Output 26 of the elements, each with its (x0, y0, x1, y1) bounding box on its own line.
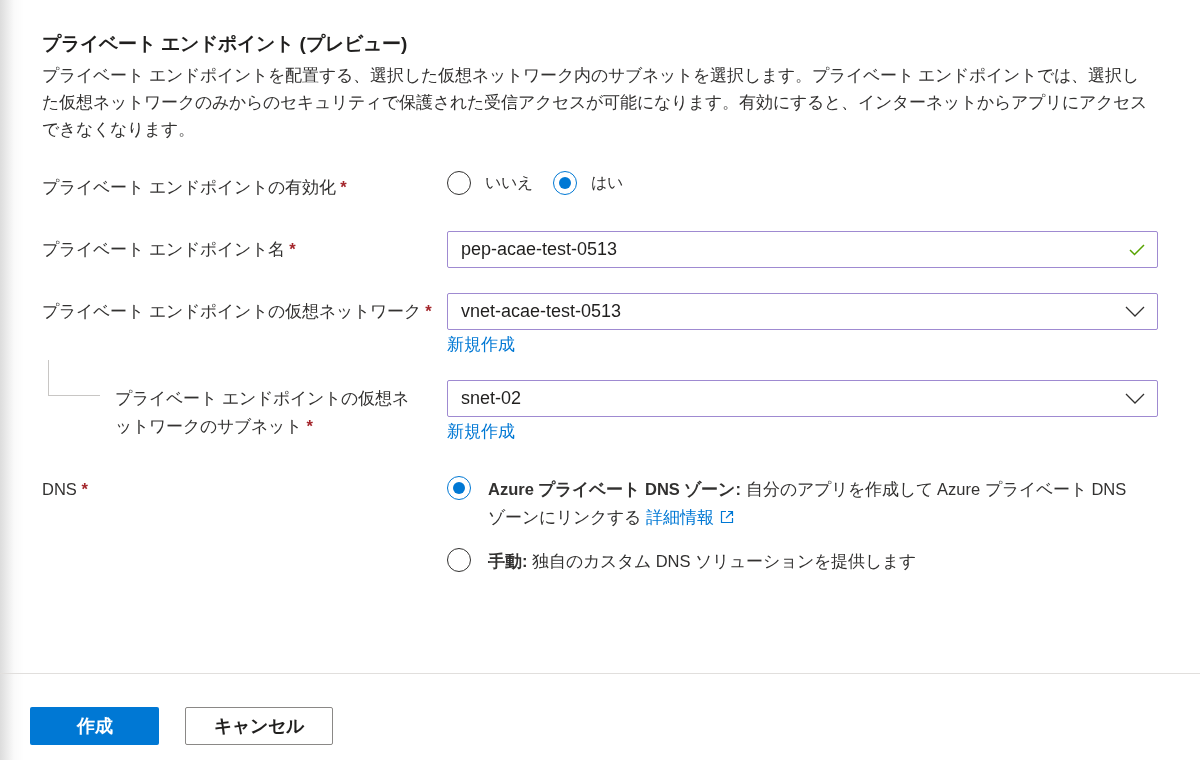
option-description: 手動: 独自のカスタム DNS ソリューションを提供します (488, 551, 918, 572)
learn-more-link[interactable]: 詳細情報 (645, 503, 734, 531)
create-button[interactable]: 作成 (30, 707, 159, 745)
field-label: DNS * (42, 479, 88, 500)
radio-button[interactable] (447, 476, 471, 500)
section-title: プライベート エンドポイント (プレビュー) (42, 32, 409, 56)
chevron-down-icon (1125, 393, 1145, 404)
radio-button[interactable] (553, 171, 577, 195)
field-label: プライベート エンドポイントの有効化 * (42, 177, 347, 198)
field-label: プライベート エンドポイント名 * (42, 239, 296, 260)
radio-button[interactable] (447, 548, 471, 572)
field-label: プライベート エンドポイントの仮想ネットワーク * (42, 301, 432, 322)
dropdown-field[interactable]: vnet-acae-test-0513 (447, 293, 1158, 330)
create-new-link[interactable]: 新規作成 (447, 417, 515, 447)
external-link-icon (719, 510, 734, 524)
option-description: Azure プライベート DNS ゾーン: 自分のアプリを作成して Azure プライベート DNS ゾーンにリンクする 詳細情報 (488, 475, 1138, 531)
field-label: プライベート エンドポイントの仮想ネットワークのサブネット * (115, 388, 410, 437)
cancel-button[interactable]: キャンセル (185, 707, 333, 745)
chevron-down-icon (1125, 306, 1145, 317)
section-description: プライベート エンドポイントを配置する、選択した仮想ネットワーク内のサブネットを選択します。プライベート エンドポイントでは、選択した仮想ネットワークのみからのセキュリティで保護された受信アクセスが可能になります。有効にすると、インターネットからアプリにアクセスできなくなります。 (42, 65, 1148, 141)
create-new-link[interactable]: 新規作成 (447, 330, 515, 360)
text-field[interactable]: pep-acae-test-0513 (447, 231, 1158, 268)
radio-button[interactable] (447, 171, 471, 195)
radio-label: はい (591, 173, 623, 193)
dropdown-field[interactable]: snet-02 (447, 380, 1158, 417)
radio-label: いいえ (485, 173, 533, 193)
